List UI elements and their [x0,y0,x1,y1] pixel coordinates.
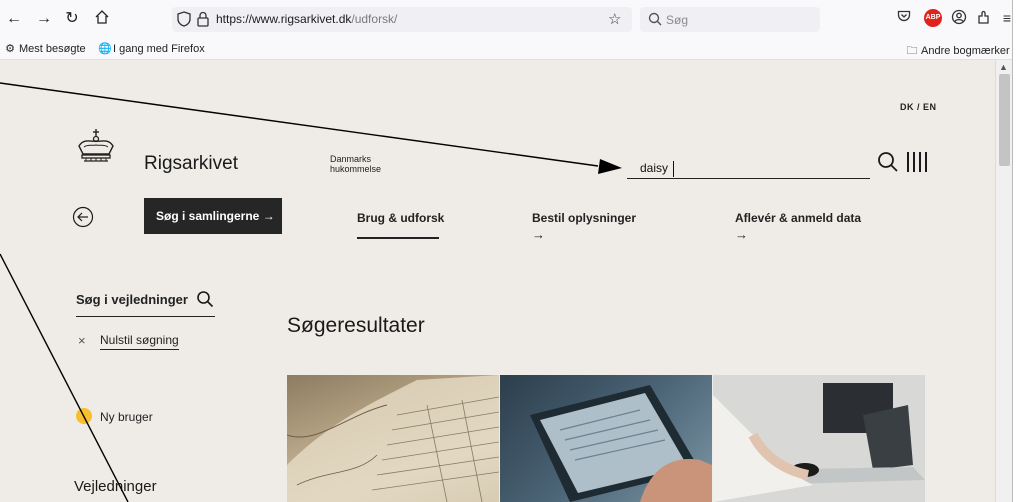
browser-toolbar: ← → ↻ https://www.rigsarkivet.dk/udforsk… [0,0,1023,38]
home-icon[interactable] [92,9,112,29]
tagline: Danmarks hukommelse [330,154,410,174]
guides-search-input[interactable]: Søg i vejledninger [76,292,188,307]
language-switch[interactable]: DK / EN [900,102,937,112]
gear-icon: ⚙ [5,43,15,55]
page-scrollbar[interactable]: ▲ [995,60,1012,502]
lock-icon[interactable] [196,11,210,27]
scrollbar-thumb[interactable] [999,74,1010,166]
url-bar[interactable]: https://www.rigsarkivet.dk/udforsk/ ☆ [172,7,632,32]
search-icon[interactable] [196,290,214,308]
nav-order-info[interactable]: Bestil oplysninger [532,211,636,225]
bookmark-other[interactable]: 🗀 Andre bogmærker [906,42,1010,61]
browser-search-field[interactable]: Søg [640,7,820,32]
nav-active-underline [357,237,439,239]
new-user-link[interactable]: Ny bruger [100,410,153,424]
back-icon[interactable]: ← [4,9,24,29]
adblock-icon[interactable]: ABP [924,9,942,27]
text-caret [673,161,674,177]
arrow-right-icon: → [532,227,545,242]
browser-search-placeholder: Søg [666,13,689,27]
scroll-up-icon[interactable]: ▲ [999,62,1008,72]
search-icon [648,12,662,26]
crown-logo-icon[interactable] [76,128,116,166]
globe-icon: 🌐 [98,43,112,55]
tracking-shield-icon[interactable] [176,11,192,27]
search-icon[interactable] [877,151,899,173]
tagline-line-1: Danmarks [330,154,372,164]
site-search-value: daisy [640,161,669,175]
back-circle-icon[interactable] [72,206,94,228]
brand-name[interactable]: Rigsarkivet [144,153,238,175]
nav-use-explore[interactable]: Brug & udforsk [357,211,444,225]
site-search-input[interactable]: daisy [627,157,870,179]
result-image-tablet[interactable] [500,375,712,502]
menu-icon[interactable] [905,151,929,173]
results-heading: Søgeresultater [287,314,425,337]
account-icon[interactable] [950,9,968,27]
new-user-dot-icon [76,408,92,424]
bookmark-star-icon[interactable]: ☆ [608,10,621,28]
extensions-icon[interactable] [975,9,993,27]
guides-search-underline [76,316,215,317]
url-text[interactable]: https://www.rigsarkivet.dk/udforsk/ [216,12,397,26]
bookmark-most-visited[interactable]: ⚙ Mest besøgte [4,42,86,55]
search-collections-button[interactable]: Søg i samlingerne → [144,198,282,234]
folder-icon: 🗀 [906,45,918,57]
window-edge [1012,0,1023,502]
bookmark-getting-started[interactable]: 🌐I gang med Firefox [98,42,205,55]
close-icon[interactable]: × [78,333,86,348]
result-image-laptop[interactable] [713,375,925,502]
forward-icon[interactable]: → [34,9,54,29]
reset-search-link[interactable]: Nulstil søgning [100,333,179,350]
result-image-documents[interactable] [287,375,499,502]
guides-heading: Vejledninger [74,478,157,495]
bookmarks-toolbar: ⚙ Mest besøgte 🌐I gang med Firefox 🗀 Andre… [0,38,1023,60]
pocket-icon[interactable] [895,9,913,27]
web-page: DK / EN Rigsarkivet Danmarks hukommelse … [0,60,995,502]
tagline-line-2: hukommelse [330,164,382,174]
reload-icon[interactable]: ↻ [62,9,82,29]
arrow-right-icon: → [735,227,748,242]
nav-deliver-data[interactable]: Aflevér & anmeld data [735,211,861,225]
